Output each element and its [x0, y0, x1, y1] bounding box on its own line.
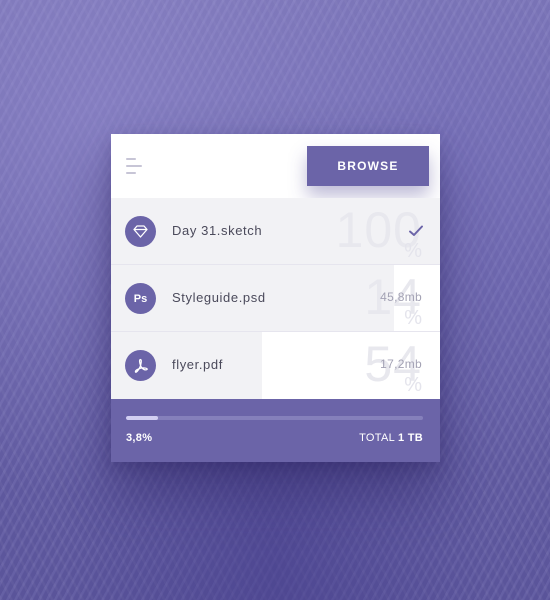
diamond-icon — [125, 216, 156, 247]
file-row-styleguide-psd[interactable]: 14 % Ps Styleguide.psd 45,8mb — [111, 265, 440, 332]
file-size: 45,8mb — [380, 290, 422, 304]
overall-progress-track — [126, 416, 423, 420]
upload-card: BROWSE 100 % Day 31.sketch 14 % Ps Style… — [111, 134, 440, 462]
file-progress-percent-sign: % — [404, 240, 422, 262]
overall-percent-label: 3,8% — [126, 432, 153, 444]
menu-icon[interactable] — [126, 158, 144, 174]
browse-button[interactable]: BROWSE — [307, 146, 429, 186]
file-row-day31-sketch[interactable]: 100 % Day 31.sketch — [111, 198, 440, 265]
total-size-label: TOTAL 1 TB — [359, 432, 423, 444]
overall-progress-bar — [126, 416, 158, 420]
file-progress-percent-sign: % — [404, 307, 422, 329]
card-header: BROWSE — [111, 134, 440, 198]
file-name: flyer.pdf — [172, 357, 223, 372]
file-name: Styleguide.psd — [172, 290, 266, 305]
file-progress-percent-sign: % — [404, 374, 422, 396]
upload-footer: 3,8% TOTAL 1 TB — [111, 399, 440, 462]
total-prefix: TOTAL — [359, 432, 395, 444]
pdf-icon — [125, 350, 156, 381]
photoshop-icon: Ps — [125, 283, 156, 314]
file-row-flyer-pdf[interactable]: 54 % flyer.pdf 17,2mb — [111, 332, 440, 399]
file-name: Day 31.sketch — [172, 223, 263, 238]
total-value: 1 TB — [397, 432, 423, 444]
file-size: 17,2mb — [380, 357, 422, 371]
check-icon — [409, 225, 423, 236]
